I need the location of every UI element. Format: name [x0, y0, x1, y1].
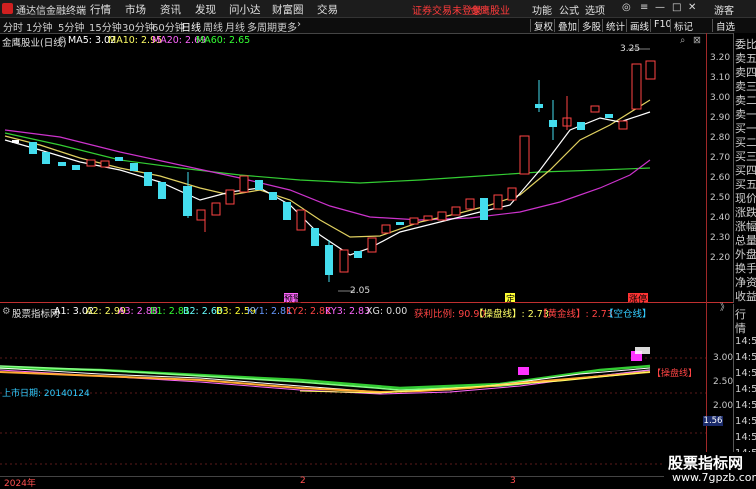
- indicator-magenta-bar-1: [518, 367, 529, 375]
- listing-date: 上市日期: 20140124: [2, 389, 90, 399]
- tick-time: 14:5: [735, 416, 756, 427]
- stock-label: 金鹰股业(日线): [2, 38, 67, 49]
- low-price-label: 2.05: [350, 286, 371, 296]
- ma20-line: [4, 129, 651, 221]
- tick-time: 14:5: [735, 432, 756, 443]
- watermark-url: www.7gpzb.com: [672, 471, 756, 484]
- x-label-year: 2024年: [4, 479, 36, 489]
- legend-gear-icon[interactable]: ⚙: [58, 35, 67, 46]
- y-tick: 3.10: [710, 73, 731, 83]
- tick-time: 14:5: [735, 368, 756, 379]
- main-chart-canvas[interactable]: [0, 0, 756, 487]
- ind-ky3: KY3: 2.83: [325, 306, 371, 317]
- ind-y-tick: 3.00: [713, 353, 734, 363]
- high-price-label: 3.25: [620, 44, 641, 54]
- chevron-icon[interactable]: 》: [720, 300, 729, 313]
- x-axis: [0, 476, 756, 488]
- ind-y-tick: 2.50: [713, 377, 734, 387]
- y-tick: 2.70: [710, 153, 731, 163]
- ind-kongcangxian: 【空仓线】: [604, 309, 652, 320]
- tick-time: 14:5: [735, 352, 756, 363]
- y-tick: 2.80: [710, 133, 731, 143]
- inline-caopanxian-label: 【操盘线】: [652, 369, 698, 379]
- y-tick: 2.30: [710, 233, 731, 243]
- signal-ding: 定: [506, 295, 516, 305]
- y-tick: 3.00: [710, 93, 731, 103]
- legend-ma60: MA60: 2.65: [196, 35, 251, 46]
- y-tick: 3.20: [710, 53, 731, 63]
- ind-y-tick: 2.00: [713, 401, 734, 411]
- y-tick: 2.20: [710, 253, 731, 263]
- ind-huangjinxian: 【黄金线】: 2.73: [538, 309, 613, 320]
- quote-item[interactable]: 收益: [735, 288, 756, 304]
- value-tag: 1.56: [703, 416, 723, 426]
- y-tick: 2.40: [710, 213, 731, 223]
- ma60-line: [4, 132, 651, 184]
- watermark-title: 股票指标网: [668, 454, 744, 472]
- search-icon[interactable]: ⌕: [680, 35, 685, 46]
- x-label-mar: 3: [510, 476, 516, 486]
- signal-zhangting: 涨停: [629, 295, 648, 305]
- close-icon[interactable]: ⊠: [693, 35, 701, 46]
- tick-time: 14:5: [735, 384, 756, 395]
- indicator-name: 股票指标网: [12, 309, 60, 320]
- tick-time: 14:5: [735, 336, 756, 347]
- signal-yujing: 预警: [284, 295, 303, 305]
- ind-xg: XG: 0.00: [366, 306, 408, 317]
- tick-panel-header[interactable]: 情: [735, 320, 746, 336]
- tick-time: 14:5: [735, 400, 756, 411]
- x-label-feb: 2: [300, 476, 306, 486]
- y-tick: 2.50: [710, 193, 731, 203]
- y-tick: 2.60: [710, 173, 731, 183]
- y-tick: 2.90: [710, 113, 731, 123]
- indicator-gear-icon[interactable]: ⚙: [2, 306, 11, 317]
